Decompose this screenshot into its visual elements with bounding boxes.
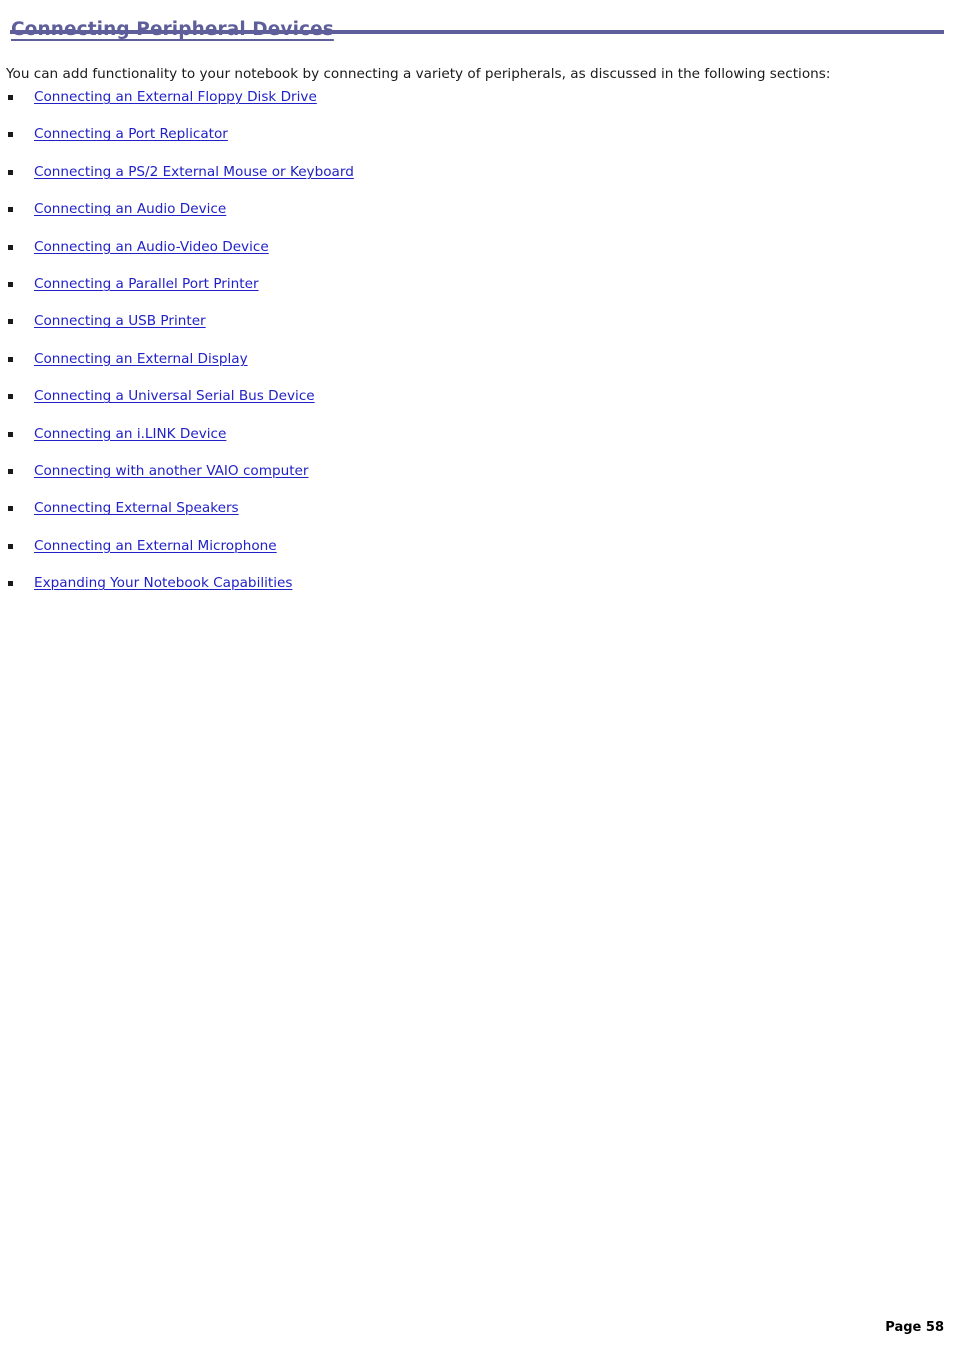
section-link[interactable]: Connecting an Audio-Video Device bbox=[34, 239, 269, 256]
section-link[interactable]: Connecting an Audio Device bbox=[34, 201, 226, 218]
square-bullet-icon bbox=[8, 506, 13, 512]
list-item: Connecting a Parallel Port Printer bbox=[0, 273, 954, 310]
square-bullet-icon bbox=[8, 244, 13, 250]
page-number: Page 58 bbox=[885, 1320, 944, 1335]
list-item: Connecting an External Microphone bbox=[0, 535, 954, 572]
square-bullet-icon bbox=[8, 169, 13, 175]
list-item: Connecting an Audio-Video Device bbox=[0, 236, 954, 273]
list-item: Connecting a Port Replicator bbox=[0, 123, 954, 160]
section-link[interactable]: Connecting a Port Replicator bbox=[34, 126, 228, 143]
square-bullet-icon bbox=[8, 132, 13, 138]
list-item: Connecting an External Floppy Disk Drive bbox=[0, 86, 954, 123]
square-bullet-icon bbox=[8, 581, 13, 587]
square-bullet-icon bbox=[8, 431, 13, 437]
square-bullet-icon bbox=[8, 319, 13, 325]
section-link[interactable]: Connecting a USB Printer bbox=[34, 313, 206, 330]
intro-paragraph: You can add functionality to your notebo… bbox=[6, 65, 831, 82]
section-link[interactable]: Connecting a PS/2 External Mouse or Keyb… bbox=[34, 164, 354, 181]
section-link[interactable]: Connecting an External Display bbox=[34, 351, 248, 368]
list-item: Connecting a PS/2 External Mouse or Keyb… bbox=[0, 161, 954, 198]
list-item: Connecting External Speakers bbox=[0, 497, 954, 534]
section-link[interactable]: Connecting with another VAIO computer bbox=[34, 463, 309, 480]
list-item: Connecting an External Display bbox=[0, 348, 954, 385]
square-bullet-icon bbox=[8, 281, 13, 287]
document-page: Connecting Peripheral Devices You can ad… bbox=[0, 0, 954, 1351]
section-link[interactable]: Expanding Your Notebook Capabilities bbox=[34, 575, 292, 592]
square-bullet-icon bbox=[8, 543, 13, 549]
section-link[interactable]: Connecting an i.LINK Device bbox=[34, 426, 226, 443]
square-bullet-icon bbox=[8, 95, 13, 100]
list-item: Connecting a Universal Serial Bus Device bbox=[0, 385, 954, 422]
section-link[interactable]: Connecting a Parallel Port Printer bbox=[34, 276, 259, 293]
square-bullet-icon bbox=[8, 207, 13, 213]
list-item: Connecting an i.LINK Device bbox=[0, 423, 954, 460]
list-item: Connecting a USB Printer bbox=[0, 310, 954, 347]
square-bullet-icon bbox=[8, 468, 13, 474]
section-link[interactable]: Connecting an External Floppy Disk Drive bbox=[34, 89, 317, 106]
square-bullet-icon bbox=[8, 394, 13, 400]
section-link[interactable]: Connecting External Speakers bbox=[34, 500, 239, 517]
list-item: Connecting an Audio Device bbox=[0, 198, 954, 235]
square-bullet-icon bbox=[8, 356, 13, 362]
section-link-list: Connecting an External Floppy Disk Drive… bbox=[0, 86, 954, 609]
list-item: Expanding Your Notebook Capabilities bbox=[0, 572, 954, 609]
section-link[interactable]: Connecting an External Microphone bbox=[34, 538, 277, 555]
list-item: Connecting with another VAIO computer bbox=[0, 460, 954, 497]
section-link[interactable]: Connecting a Universal Serial Bus Device bbox=[34, 388, 315, 405]
heading-divider bbox=[10, 30, 944, 34]
